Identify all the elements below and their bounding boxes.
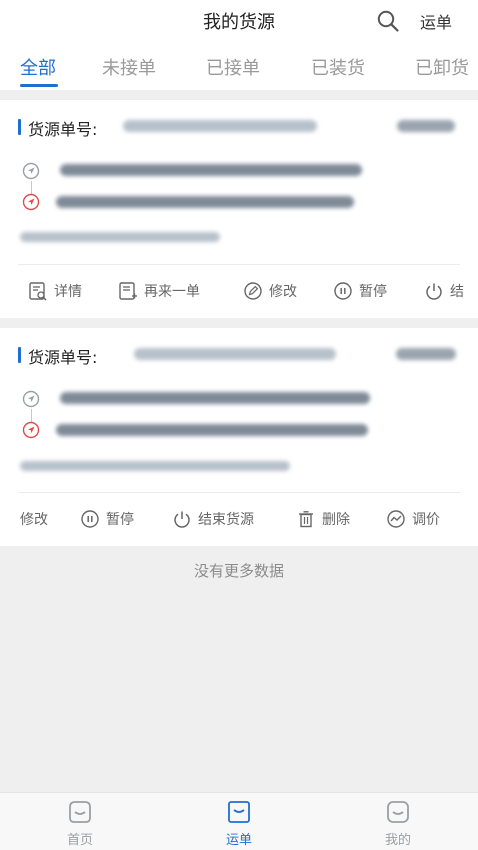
tab-all[interactable]: 全部 [20, 54, 56, 80]
card-divider [18, 264, 460, 265]
blurred-cargo-info [20, 232, 220, 242]
power-icon [174, 511, 190, 528]
tab-loaded[interactable]: 已装货 [311, 54, 365, 80]
destination-location-icon [22, 193, 40, 211]
pause-button[interactable]: 暂停 [333, 281, 387, 301]
blurred-destination-address [56, 424, 368, 436]
no-more-data-text: 没有更多数据 [193, 562, 284, 580]
details-label: 详情 [54, 284, 82, 300]
nav-label-waybill: 运单 [225, 833, 252, 848]
blurred-origin-address [60, 392, 370, 404]
blurred-cargo-number [123, 120, 317, 132]
pause-button[interactable]: 暂停 [80, 509, 134, 529]
end-cargo-label: 结束货源 [198, 512, 254, 528]
details-icon [29, 282, 47, 301]
cargo-card[interactable]: 货源单号: 修改 暂停 结束货源 删除 调价 [0, 328, 478, 546]
blurred-cargo-number [134, 348, 336, 360]
pause-label: 暂停 [106, 512, 134, 528]
app-root: 我的货源 运单 全部 未接单 已接单 已装货 已卸货 货源单号: 详情 再来一单… [0, 0, 478, 850]
search-icon[interactable] [376, 9, 400, 33]
delete-label: 删除 [322, 512, 350, 528]
title-accent-bar [18, 347, 21, 363]
blurred-status [397, 120, 455, 132]
nav-item-waybill[interactable]: 运单 [209, 799, 269, 848]
trend-icon [387, 510, 405, 528]
home-icon [69, 801, 91, 823]
nav-item-mine[interactable]: 我的 [368, 799, 428, 848]
end-cargo-button[interactable]: 结束货源 [172, 509, 254, 529]
active-tab-indicator [20, 84, 58, 87]
pause-icon [334, 282, 352, 300]
nav-label-mine: 我的 [384, 833, 411, 848]
trash-icon [299, 511, 313, 528]
edit-button[interactable]: 修改 [20, 509, 48, 529]
adjust-price-button[interactable]: 调价 [386, 509, 440, 529]
blurred-cargo-info [20, 461, 290, 471]
reorder-button[interactable]: 再来一单 [118, 281, 200, 301]
nav-item-home[interactable]: 首页 [50, 799, 110, 848]
edit-button[interactable]: 修改 [243, 281, 297, 301]
delete-button[interactable]: 删除 [296, 509, 350, 529]
edit-label: 修改 [20, 512, 48, 528]
reorder-label: 再来一单 [144, 284, 200, 300]
nav-label-home: 首页 [66, 833, 93, 848]
reorder-icon [119, 282, 137, 300]
page-title: 我的货源 [203, 12, 275, 33]
end-cargo-label: 结 [450, 284, 464, 300]
blurred-origin-address [60, 164, 362, 176]
cargo-number-label: 货源单号: [28, 348, 98, 367]
destination-location-icon [22, 421, 40, 439]
edit-icon [244, 282, 262, 300]
edit-label: 修改 [269, 284, 297, 300]
top-header: 我的货源 运单 [0, 0, 478, 42]
status-tabs: 全部 未接单 已接单 已装货 已卸货 [0, 42, 478, 90]
bottom-navigation: 首页 运单 我的 [0, 792, 478, 850]
tab-unaccepted[interactable]: 未接单 [102, 54, 156, 80]
card-divider [18, 492, 460, 493]
details-button[interactable]: 详情 [28, 281, 82, 301]
blurred-destination-address [56, 196, 354, 208]
end-cargo-button[interactable]: 结 [424, 281, 464, 301]
waybill-icon [228, 801, 250, 823]
title-accent-bar [18, 119, 21, 135]
blurred-status [396, 348, 456, 360]
pause-icon [81, 510, 99, 528]
profile-icon [387, 801, 409, 823]
waybill-link[interactable]: 运单 [420, 9, 452, 33]
tab-unloaded[interactable]: 已卸货 [415, 54, 469, 80]
pause-label: 暂停 [359, 284, 387, 300]
power-icon [426, 283, 442, 300]
origin-location-icon [22, 162, 40, 180]
origin-location-icon [22, 390, 40, 408]
cargo-card[interactable]: 货源单号: 详情 再来一单 修改 暂停 结 [0, 100, 478, 318]
tab-accepted[interactable]: 已接单 [206, 54, 260, 80]
adjust-price-label: 调价 [412, 512, 440, 528]
cargo-number-label: 货源单号: [28, 120, 98, 139]
